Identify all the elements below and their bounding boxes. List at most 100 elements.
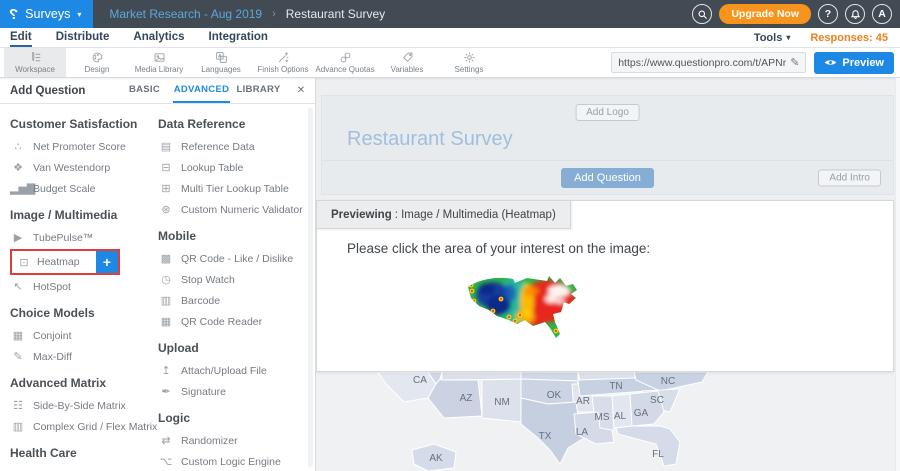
question-type-randomizer[interactable]: ⇄Randomizer <box>158 430 304 451</box>
question-type-van-westendorp[interactable]: ❖ Van Westendorp <box>10 157 158 178</box>
net-promoter-score-icon: ∴ <box>10 140 26 153</box>
question-type-net-promoter-score[interactable]: ∴Net Promoter Score <box>10 136 158 157</box>
variables-icon <box>401 51 414 64</box>
question-type-conjoint[interactable]: ▦Conjoint <box>10 325 158 346</box>
question-type-custom-numeric-validator[interactable]: ⊛Custom Numeric Validator <box>158 199 304 220</box>
toolbar-item-label: Languages <box>201 65 241 74</box>
previewing-label: Previewing <box>331 209 392 221</box>
question-type-qr-code-like-dislike[interactable]: ▩QR Code - Like / Dislike <box>158 248 304 269</box>
finish-options-icon <box>277 51 290 64</box>
state-label-nc: NC <box>661 376 675 387</box>
question-type-label: Max-Diff <box>33 351 72 363</box>
question-type-label: Custom Numeric Validator <box>181 204 303 216</box>
question-type-label: Stop Watch <box>181 274 235 286</box>
question-type-label: Heatmap <box>37 256 80 268</box>
search-button[interactable] <box>692 4 712 24</box>
question-type-qr-code-reader[interactable]: ▦QR Code Reader <box>158 311 304 332</box>
help-button[interactable]: ? <box>818 4 838 24</box>
question-type-label: Lookup Table <box>181 162 243 174</box>
main-scrollbar[interactable] <box>895 78 900 471</box>
question-type-reference-data[interactable]: ▤Reference Data <box>158 136 304 157</box>
breadcrumb-folder[interactable]: Market Research - Aug 2019 <box>109 7 262 21</box>
section-title-choice-models: Choice Models <box>10 306 158 320</box>
toolbar-item-settings[interactable]: Settings <box>438 48 500 77</box>
question-type-label: Custom Logic Engine <box>181 456 281 468</box>
close-panel-button[interactable]: ✕ <box>287 78 315 103</box>
add-heatmap-button[interactable]: + <box>96 251 118 273</box>
section-title-advanced-matrix: Advanced Matrix <box>10 376 158 390</box>
question-type-attach-upload-file[interactable]: ↥Attach/Upload File <box>158 360 304 381</box>
hotspot-icon: ↖ <box>10 280 26 293</box>
previewing-tab: Previewing : Image / Multimedia (Heatmap… <box>316 200 571 229</box>
question-type-label: Van Westendorp <box>33 162 110 174</box>
toolbar-item-variables[interactable]: Variables <box>376 48 438 77</box>
responses-link[interactable]: Responses: 45 <box>810 32 888 44</box>
media-library-icon <box>153 51 166 64</box>
question-type-label: Multi Tier Lookup Table <box>181 183 289 195</box>
heatmap-usa-image[interactable] <box>463 269 589 355</box>
nav-tab-analytics[interactable]: Analytics <box>133 28 184 47</box>
main-nav: Edit Distribute Analytics Integration Tools… <box>0 28 900 48</box>
question-type-multi-tier-lookup-table[interactable]: ⊞Multi Tier Lookup Table <box>158 178 304 199</box>
survey-title[interactable]: Restaurant Survey <box>347 128 513 151</box>
question-type-tubepulse-[interactable]: ▶ TubePulse™ <box>10 227 158 248</box>
nav-tab-distribute[interactable]: Distribute <box>56 28 110 47</box>
section-title-mobile: Mobile <box>158 229 304 243</box>
add-intro-button[interactable]: Add Intro <box>818 169 881 186</box>
panel-scrollbar[interactable] <box>308 108 313 467</box>
survey-url-input[interactable] <box>618 57 786 69</box>
question-type-side-by-side-matrix[interactable]: ☷Side-By-Side Matrix <box>10 395 158 416</box>
panel-tab-library[interactable]: LIBRARY <box>230 78 287 103</box>
van-westendorp-icon: ❖ <box>10 161 26 174</box>
add-logo-button[interactable]: Add Logo <box>575 104 640 121</box>
state-label-la: LA <box>576 427 589 438</box>
tools-menu[interactable]: Tools ▾ <box>754 32 791 44</box>
signature-icon: ✒ <box>158 385 174 398</box>
avatar[interactable]: A <box>872 4 892 24</box>
question-type-label: HotSpot <box>33 281 71 293</box>
add-question-panel: Add Question BASICADVANCEDLIBRARY ✕ Cust… <box>0 78 316 471</box>
panel-title: Add Question <box>0 78 116 103</box>
state-label-tx: TX <box>539 431 552 442</box>
question-type-budget-scale[interactable]: ▂▅▇Budget Scale <box>10 178 158 199</box>
question-type-lookup-table[interactable]: ⊟Lookup Table <box>158 157 304 178</box>
nav-tab-integration[interactable]: Integration <box>209 28 268 47</box>
question-type-signature[interactable]: ✒Signature <box>158 381 304 402</box>
toolbar-item-languages[interactable]: Languages <box>190 48 252 77</box>
chevron-down-icon: ▾ <box>77 10 81 19</box>
toolbar-item-media-library[interactable]: Media Library <box>128 48 190 77</box>
usa-background-map: CAAZNMOKARTNNCSCMSALGATXLAFLAK <box>316 372 900 471</box>
question-type-heatmap[interactable]: ⊡Heatmap+ <box>10 249 120 275</box>
topbar-actions: Upgrade Now ? A <box>692 0 900 28</box>
toolbar-item-design[interactable]: Design <box>66 48 128 77</box>
question-type-hotspot[interactable]: ↖ HotSpot <box>10 276 158 297</box>
section-title-image-multimedia: Image / Multimedia <box>10 208 158 222</box>
state-label-ak: AK <box>429 453 443 464</box>
surveys-menu[interactable]: ? Surveys ▾ <box>0 0 93 28</box>
toolbar-item-workspace[interactable]: Workspace <box>4 48 66 77</box>
toolbar-item-label: Finish Options <box>257 65 308 74</box>
question-type-max-diff[interactable]: ✎Max-Diff <box>10 346 158 367</box>
panel-tab-basic[interactable]: BASIC <box>116 78 173 103</box>
question-type-barcode[interactable]: ▥Barcode <box>158 290 304 311</box>
notifications-button[interactable] <box>845 4 865 24</box>
questionpro-logo-icon: ? <box>9 6 18 23</box>
upgrade-now-button[interactable]: Upgrade Now <box>719 4 811 24</box>
question-type-custom-logic-engine[interactable]: ⌥Custom Logic Engine <box>158 451 304 471</box>
tubepulse-icon: ▶ <box>10 231 26 244</box>
add-question-button[interactable]: Add Question <box>561 168 654 188</box>
edit-url-icon[interactable]: ✎ <box>790 56 799 69</box>
toolbar-item-advance-quotas[interactable]: Advance Quotas <box>314 48 376 77</box>
preview-button[interactable]: Preview <box>814 52 894 74</box>
survey-header-card: Add Logo Restaurant Survey Add Question … <box>321 95 894 195</box>
question-type-homunculus-question[interactable]: ▣Homunculus Question <box>10 465 158 471</box>
panel-tab-advanced[interactable]: ADVANCED <box>173 78 230 103</box>
question-type-label: TubePulse™ <box>33 232 93 244</box>
nav-tab-edit[interactable]: Edit <box>10 28 32 47</box>
qr-code-reader-icon: ▦ <box>158 315 174 328</box>
question-type-stop-watch[interactable]: ◷Stop Watch <box>158 269 304 290</box>
state-label-ar: AR <box>576 396 590 407</box>
attach-upload-file-icon: ↥ <box>158 364 174 377</box>
toolbar-item-finish-options[interactable]: Finish Options <box>252 48 314 77</box>
question-type-complex-grid-flex-matrix[interactable]: ▥Complex Grid / Flex Matrix <box>10 416 158 437</box>
